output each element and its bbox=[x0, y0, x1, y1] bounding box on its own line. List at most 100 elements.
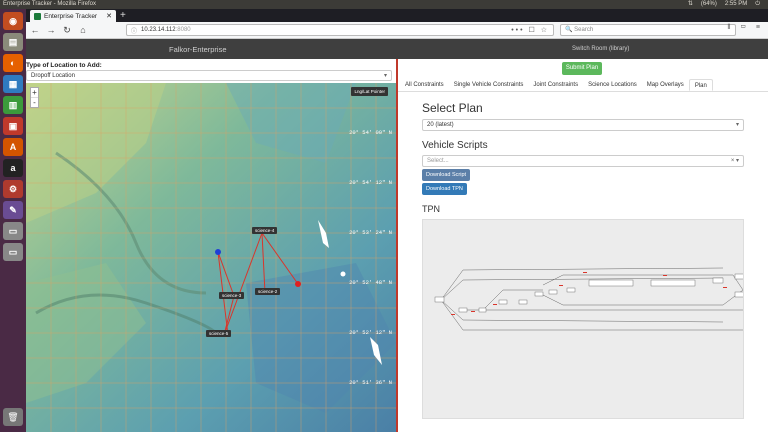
island-shape bbox=[340, 271, 346, 277]
bathymetry-map bbox=[26, 83, 396, 432]
zoom-out-button[interactable]: - bbox=[31, 98, 38, 107]
clear-select-icon[interactable]: × ▾ bbox=[731, 156, 739, 167]
tab-science-locations[interactable]: Science Locations bbox=[583, 79, 642, 91]
chevron-down-icon: ▾ bbox=[735, 122, 739, 128]
zoom-control: + - bbox=[30, 87, 39, 108]
power-icon[interactable]: ⏻ bbox=[755, 0, 760, 9]
drive2-icon[interactable]: ▭ bbox=[3, 243, 23, 261]
tab-joint-constraints[interactable]: Joint Constraints bbox=[528, 79, 583, 91]
close-tab-icon[interactable]: ✕ bbox=[106, 12, 112, 20]
launcher-sidebar: ◉ ▤ ◐ ▦ ▥ ▣ A a ⚙ ✎ ▭ ▭ 🗑 bbox=[0, 9, 26, 432]
lnglat-pointer-button[interactable]: Lng/Lat Pointer bbox=[351, 87, 388, 96]
science-location-marker[interactable]: science-4 bbox=[252, 227, 278, 234]
download-script-button[interactable]: Download Script bbox=[422, 169, 471, 181]
lat-label: 20° 51' 36" N bbox=[349, 379, 392, 386]
reload-icon[interactable]: ↻ bbox=[62, 25, 72, 36]
app-header: Falkor-Enterprise Switch Room (library) bbox=[26, 39, 768, 59]
location-type-label: Type of Location to Add: bbox=[26, 62, 102, 69]
tpn-heading: TPN bbox=[422, 204, 440, 214]
lat-label: 20° 53' 24" N bbox=[349, 229, 392, 236]
tpn-node bbox=[566, 287, 576, 293]
lat-label: 20° 54' 00" N bbox=[349, 129, 392, 136]
science-location-marker[interactable]: science-5 bbox=[206, 330, 232, 337]
tpn-node bbox=[434, 296, 445, 303]
zoom-in-button[interactable]: + bbox=[31, 88, 38, 98]
science-location-marker[interactable]: science-3 bbox=[219, 292, 245, 299]
settings-icon[interactable]: ⚙ bbox=[3, 180, 23, 198]
forward-icon[interactable]: → bbox=[46, 25, 56, 35]
vehicle-select[interactable]: Select... × ▾ bbox=[422, 155, 744, 167]
ubuntu-dash-icon[interactable]: ◉ bbox=[3, 12, 23, 30]
map-canvas[interactable]: + - Lng/Lat Pointer 20° 54' 00" N 20° 54… bbox=[26, 83, 396, 432]
plan-pane: Submit Plan All Constraints Single Vehic… bbox=[398, 59, 768, 432]
url-text: 10.23.14.112:8080 bbox=[141, 27, 191, 33]
tpn-node bbox=[478, 307, 487, 313]
info-icon[interactable]: ⓘ bbox=[131, 26, 137, 35]
location-type-value: Dropoff Location bbox=[31, 73, 75, 79]
url-port: :8080 bbox=[175, 27, 191, 33]
science-location-marker[interactable]: science-2 bbox=[255, 288, 281, 295]
tab-all-constraints[interactable]: All Constraints bbox=[400, 79, 449, 91]
window-title: Enterprise Tracker - Mozilla Firefox bbox=[3, 1, 97, 7]
constraint-tabs: All Constraints Single Vehicle Constrain… bbox=[398, 79, 768, 92]
tpn-node bbox=[534, 291, 544, 297]
vehicle-select-placeholder: Select... bbox=[427, 158, 449, 164]
clock[interactable]: 2:55 PM bbox=[725, 0, 747, 9]
network-icon[interactable]: ⇅ bbox=[688, 0, 693, 9]
browser-tab-strip: Enterprise Tracker ✕ + bbox=[26, 9, 768, 22]
chevron-down-icon: ▾ bbox=[383, 73, 387, 79]
tab-title: Enterprise Tracker bbox=[44, 12, 98, 20]
writer-icon[interactable]: ▦ bbox=[3, 75, 23, 93]
vehicle-scripts-heading: Vehicle Scripts bbox=[422, 140, 488, 151]
page-actions-icon[interactable]: ••• ☐ ☆ bbox=[511, 26, 549, 34]
lat-label: 20° 52' 48" N bbox=[349, 279, 392, 286]
tpn-node bbox=[498, 299, 508, 305]
search-input[interactable]: 🔍 Search bbox=[560, 24, 736, 36]
favicon-icon bbox=[34, 12, 41, 20]
location-type-select[interactable]: Dropoff Location ▾ bbox=[26, 70, 392, 81]
nav-bar: ← → ↻ ⌂ ⓘ 10.23.14.112:8080 ••• ☐ ☆ 🔍 Se… bbox=[26, 22, 768, 39]
tpn-node bbox=[650, 279, 696, 287]
tpn-graph[interactable] bbox=[422, 219, 744, 419]
select-plan-heading: Select Plan bbox=[422, 101, 483, 115]
lat-label: 20° 52' 12" N bbox=[349, 329, 392, 336]
tool-icon[interactable]: ✎ bbox=[3, 201, 23, 219]
files-icon[interactable]: ▤ bbox=[3, 33, 23, 51]
lat-label: 20° 54' 12" N bbox=[349, 179, 392, 186]
firefox-icon[interactable]: ◐ bbox=[3, 54, 23, 72]
submit-plan-button[interactable]: Submit Plan bbox=[562, 62, 602, 75]
plan-select-value: 20 (latest) bbox=[427, 122, 454, 128]
tab-single-vehicle-constraints[interactable]: Single Vehicle Constraints bbox=[449, 79, 529, 91]
battery-status[interactable]: (64%) bbox=[701, 0, 717, 9]
room-label: Switch Room (library) bbox=[572, 46, 630, 52]
tpn-node bbox=[734, 273, 743, 280]
plan-select[interactable]: 20 (latest) ▾ bbox=[422, 119, 744, 131]
os-top-bar: Enterprise Tracker - Mozilla Firefox ⇅ (… bbox=[0, 0, 768, 9]
drive-icon[interactable]: ▭ bbox=[3, 222, 23, 240]
tab-plan[interactable]: Plan bbox=[688, 79, 713, 91]
new-tab-button[interactable]: + bbox=[120, 9, 126, 22]
search-placeholder: Search bbox=[574, 27, 594, 33]
trash-icon[interactable]: 🗑 bbox=[3, 408, 23, 426]
tpn-node bbox=[588, 279, 634, 287]
url-bar[interactable]: ⓘ 10.23.14.112:8080 ••• ☐ ☆ bbox=[126, 24, 554, 36]
home-icon[interactable]: ⌂ bbox=[78, 25, 88, 35]
tpn-node bbox=[518, 299, 528, 305]
toolbar-icons[interactable]: ⫴ ▭ ≡ bbox=[727, 24, 764, 32]
impress-icon[interactable]: ▣ bbox=[3, 117, 23, 135]
tpn-node bbox=[458, 307, 468, 313]
download-tpn-button[interactable]: Download TPN bbox=[422, 183, 467, 195]
dropoff-marker bbox=[295, 281, 301, 287]
vehicle-start-marker bbox=[215, 249, 221, 255]
browser-tab[interactable]: Enterprise Tracker ✕ bbox=[30, 10, 116, 22]
tpn-graph-svg bbox=[434, 267, 743, 331]
calc-icon[interactable]: ▥ bbox=[3, 96, 23, 114]
map-pane: Type of Location to Add: Dropoff Locatio… bbox=[26, 59, 396, 432]
tpn-node bbox=[548, 289, 558, 295]
amazon-icon[interactable]: a bbox=[3, 159, 23, 177]
tab-map-overlays[interactable]: Map Overlays bbox=[642, 79, 689, 91]
tpn-node bbox=[712, 277, 724, 284]
back-icon[interactable]: ← bbox=[30, 25, 40, 35]
software-center-icon[interactable]: A bbox=[3, 138, 23, 156]
url-host: 10.23.14.112 bbox=[141, 27, 176, 33]
